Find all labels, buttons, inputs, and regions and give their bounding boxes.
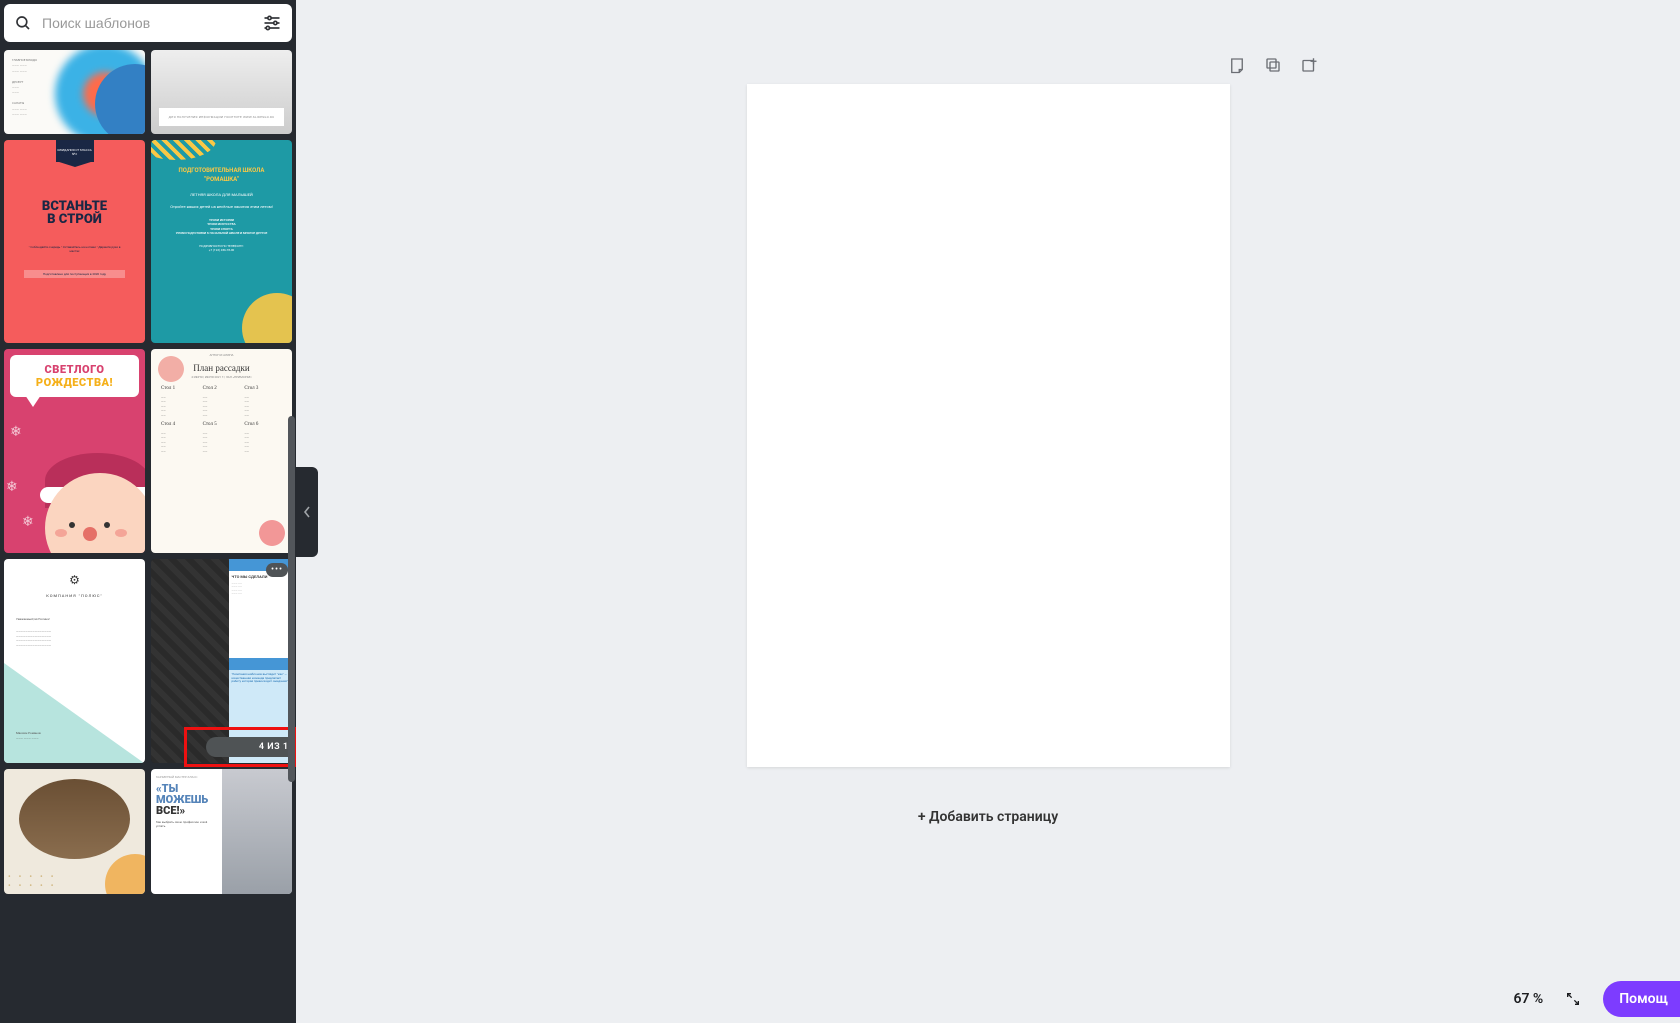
template-card-wrap: ••• ЧТО МЫ СДЕЛАЛИ——— ————— ————— ————— …	[151, 559, 292, 763]
canvas-area: + Добавить страницу 67 % Помощ	[296, 0, 1680, 1023]
search-icon	[14, 14, 32, 32]
zoom-level[interactable]: 67 %	[1513, 991, 1543, 1007]
canvas-page[interactable]	[747, 84, 1230, 767]
chevron-left-icon	[303, 506, 311, 518]
search-input[interactable]	[42, 15, 252, 31]
iron-icon: ⚙	[69, 573, 80, 587]
notes-icon[interactable]	[1228, 56, 1246, 74]
collapse-sidebar-button[interactable]	[296, 467, 318, 557]
template-card[interactable]: ОЖИДАНИЯ ОТ КЛАССА №2 ВСТАНЬТЕВ СТРОЙ • …	[4, 140, 145, 344]
snowflake-icon: ❄	[6, 479, 18, 495]
snowflake-icon: ❄	[10, 424, 22, 440]
template-card[interactable]: ДЛЯ ПОЛУЧЕНИЯ ИНФОРМАЦИИ ПОСЕТИТЕ WWW.SL…	[151, 50, 292, 134]
fullscreen-icon[interactable]	[1565, 991, 1581, 1007]
template-card[interactable]: АНТОН И АЛИНА План рассадки 4 ИЮНЯ | ИЮН…	[151, 349, 292, 553]
sidebar-scrollbar-thumb[interactable]	[288, 416, 295, 782]
template-card[interactable]: СВЕТЛОГО РОЖДЕСТВА! ❄ ❄ ❄	[4, 349, 145, 553]
bottom-bar: 67 % Помощ	[1493, 975, 1680, 1023]
add-page-icon[interactable]	[1300, 56, 1318, 74]
page-tools	[1228, 56, 1318, 74]
templates-sidebar: ГЛАВНОЕ БЛЮДО——— —————— ———ДЕСЕРТ——————С…	[0, 0, 296, 1023]
filter-icon[interactable]	[262, 13, 282, 33]
search-box	[4, 4, 292, 42]
template-card[interactable]: • • • • •• • • • •	[4, 769, 145, 894]
template-strip: ДЛЯ ПОЛУЧЕНИЯ ИНФОРМАЦИИ ПОСЕТИТЕ WWW.SL…	[159, 108, 284, 126]
template-card[interactable]: КАРЬЕРНЫЙ МАСТЕР-КЛАСС «ТЫМОЖЕШЬВСЕ!» Ка…	[151, 769, 292, 894]
snowflake-icon: ❄	[22, 514, 34, 530]
add-page-button[interactable]: + Добавить страницу	[747, 797, 1230, 837]
canvas-scroll[interactable]: + Добавить страницу	[296, 0, 1680, 1023]
template-card[interactable]: ⚙ КОМПАНИЯ "ПОЛЮС" Уважаемый/ая Полина! …	[4, 559, 145, 763]
duplicate-icon[interactable]	[1264, 56, 1282, 74]
template-card[interactable]: ГЛАВНОЕ БЛЮДО——— —————— ———ДЕСЕРТ——————С…	[4, 50, 145, 134]
template-card[interactable]: ПОДГОТОВИТЕЛЬНАЯ ШКОЛА "РОМАШКА" ЛЕТНЯЯ …	[151, 140, 292, 344]
sidebar-scrollbar[interactable]	[286, 50, 296, 1013]
page-counter-badge: 4 ИЗ 10	[206, 737, 292, 757]
more-icon[interactable]: •••	[266, 563, 288, 577]
template-card[interactable]: ••• ЧТО МЫ СДЕЛАЛИ——— ————— ————— ————— …	[151, 559, 292, 763]
template-gallery: ГЛАВНОЕ БЛЮДО——— —————— ———ДЕСЕРТ——————С…	[0, 46, 296, 1023]
help-button[interactable]: Помощ	[1603, 981, 1680, 1017]
